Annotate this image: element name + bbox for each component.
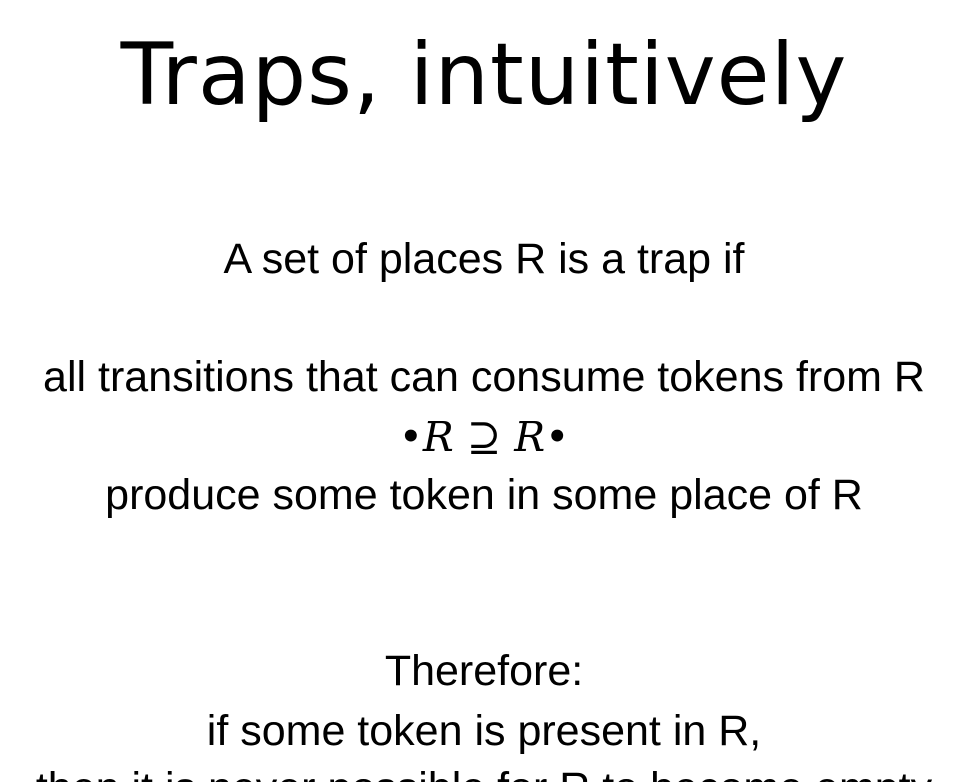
postset-bullet: •: [545, 413, 570, 461]
superset-equal-operator: ⊇: [466, 413, 502, 461]
therefore-label: Therefore:: [384, 647, 584, 695]
trap-formula: •R ⊇ R•: [0, 412, 968, 462]
therefore-line-2: then it is never possible for R to becom…: [0, 762, 968, 782]
trap-produce-text: produce some token in some place of R: [105, 471, 863, 519]
trap-condition-text: all transitions that can consume tokens …: [43, 353, 925, 401]
preset-bullet: •: [398, 413, 423, 461]
slide-title: Traps, intuitively: [120, 25, 848, 125]
formula-left-symbol: R: [422, 413, 454, 461]
therefore-line-1: if some token is present in R,: [206, 707, 762, 755]
slide: Traps, intuitively A set of places R is …: [0, 0, 968, 782]
trap-intro-text: A set of places R is a trap if: [223, 235, 745, 283]
formula-right-symbol: R: [514, 413, 546, 461]
